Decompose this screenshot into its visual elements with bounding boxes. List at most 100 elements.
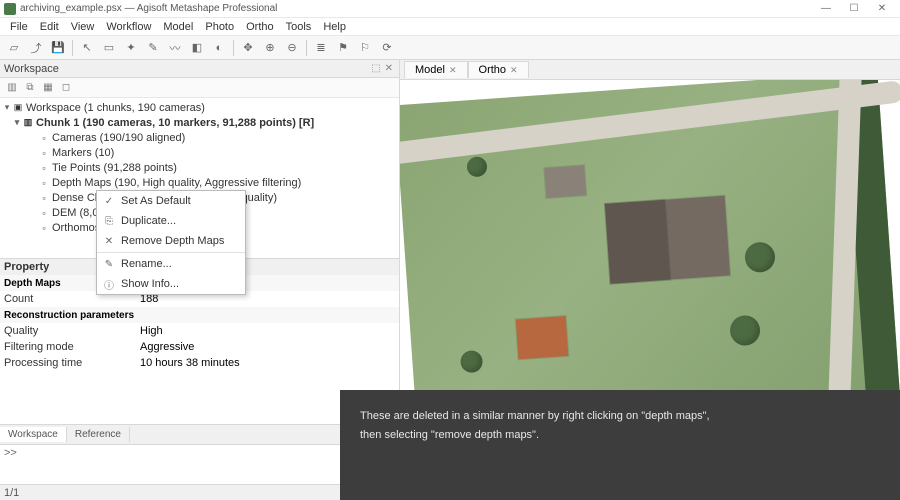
context-label: Remove Depth Maps [121, 235, 224, 247]
property-value: Aggressive [140, 341, 194, 353]
workspace-toolbar: ▥ ⧉ ▦ ◻ [0, 78, 399, 98]
caption-line2: then selecting "remove depth maps". [360, 427, 880, 444]
property-value: High [140, 325, 163, 337]
tutorial-caption: These are deleted in a similar manner by… [340, 390, 900, 500]
context-menu[interactable]: ✓ Set As Default ⎘ Duplicate... ✕ Remove Dept… [96, 190, 246, 295]
workspace-panel-title: Workspace [4, 63, 59, 75]
main-toolbar: ▱⤴💾 ↖▭✦✎〰◧◐ ✥⊕⊖ ≣⚑⚐⟳ [0, 36, 900, 60]
zoom-out-icon[interactable]: ⊖ [282, 38, 302, 58]
flag-icon: ▫ [38, 147, 50, 159]
property-row: QualityHigh [0, 323, 399, 339]
menu-photo[interactable]: Photo [199, 21, 240, 33]
close-icon[interactable]: ✕ [510, 65, 518, 76]
ortho-icon: ▫ [38, 222, 50, 234]
context-icon: ⓘ [103, 277, 115, 292]
tree-item[interactable]: ▫Depth Maps (190, High quality, Aggressi… [0, 175, 399, 190]
eraser-icon[interactable]: ◧ [187, 38, 207, 58]
markers-icon[interactable]: ⚑ [333, 38, 353, 58]
zoom-in-icon[interactable]: ⊕ [260, 38, 280, 58]
align-icon[interactable]: ▦ [40, 80, 56, 96]
menu-model[interactable]: Model [157, 21, 199, 33]
nav-view-icon[interactable]: ✥ [238, 38, 258, 58]
context-icon: ✕ [103, 236, 115, 247]
context-label: Show Info... [121, 278, 179, 290]
menu-view[interactable]: View [65, 21, 101, 33]
menubar: File Edit View Workflow Model Photo Orth… [0, 18, 900, 36]
titlebar: archiving_example.psx — Agisoft Metashap… [0, 0, 900, 18]
app-icon [4, 3, 16, 15]
add-photos-icon[interactable]: ⧉ [22, 80, 38, 96]
context-label: Set As Default [121, 195, 191, 207]
tree-item-label: Depth Maps (190, High quality, Aggressiv… [52, 177, 301, 189]
tree-root[interactable]: ▾ ▣ Workspace (1 chunks, 190 cameras) [0, 100, 399, 115]
refresh-icon[interactable]: ⟳ [377, 38, 397, 58]
window-title: archiving_example.psx — Agisoft Metashap… [20, 3, 812, 14]
tree-root-label: Workspace (1 chunks, 190 cameras) [26, 102, 205, 114]
points-icon: ▫ [38, 162, 50, 174]
dense-icon: ▫ [38, 192, 50, 204]
workspace-icon: ▣ [12, 102, 24, 114]
tree-item-label: Markers (10) [52, 147, 114, 159]
tab-ortho[interactable]: Ortho✕ [468, 61, 529, 78]
property-row: Processing time10 hours 38 minutes [0, 355, 399, 371]
property-key: Filtering mode [0, 341, 140, 353]
wand-icon[interactable]: ✦ [121, 38, 141, 58]
tree-chunk[interactable]: ▾ ▥ Chunk 1 (190 cameras, 10 markers, 91… [0, 115, 399, 130]
rect-select-icon[interactable]: ▭ [99, 38, 119, 58]
property-key: Processing time [0, 357, 140, 369]
tree-item[interactable]: ▫Tie Points (91,288 points) [0, 160, 399, 175]
context-menu-item[interactable]: ✎Rename... [97, 254, 245, 274]
chunk-icon: ▥ [22, 117, 34, 129]
workspace-panel-header: Workspace ⬚ ✕ [0, 60, 399, 78]
context-menu-item[interactable]: ✕ Remove Depth Maps [97, 231, 245, 251]
contrast-icon[interactable]: ◐ [209, 38, 229, 58]
open-icon[interactable]: ⤴ [26, 38, 46, 58]
close-icon[interactable]: ✕ [449, 65, 457, 76]
context-menu-item[interactable]: ⎘ Duplicate... [97, 211, 245, 231]
dem-icon: ▫ [38, 207, 50, 219]
properties-section-recon: Reconstruction parameters [0, 307, 399, 323]
add-chunk-icon[interactable]: ▥ [4, 80, 20, 96]
context-icon: ✎ [103, 259, 115, 270]
property-row: Filtering modeAggressive [0, 339, 399, 355]
context-menu-item[interactable]: ⓘ Show Info... [97, 274, 245, 294]
save-icon[interactable]: 💾 [48, 38, 68, 58]
tree-item-label: Tie Points (91,288 points) [52, 162, 177, 174]
tab-ortho-label: Ortho [479, 64, 507, 76]
minimize-button[interactable]: — [812, 3, 840, 14]
tree-item-label: Cameras (190/190 aligned) [52, 132, 185, 144]
tree-item[interactable]: ▫Markers (10) [0, 145, 399, 160]
tab-reference[interactable]: Reference [67, 427, 130, 442]
maximize-button[interactable]: ☐ [840, 3, 868, 14]
tab-workspace[interactable]: Workspace [0, 427, 67, 442]
pointer-icon[interactable]: ↖ [77, 38, 97, 58]
tab-model[interactable]: Model✕ [404, 61, 468, 78]
menu-file[interactable]: File [4, 21, 34, 33]
viewport-tabs: Model✕ Ortho✕ [400, 60, 900, 80]
close-button[interactable]: ✕ [868, 3, 896, 14]
camera-icon: ▫ [38, 132, 50, 144]
tree-chunk-label: Chunk 1 (190 cameras, 10 markers, 91,288… [36, 117, 314, 129]
menu-tools[interactable]: Tools [280, 21, 318, 33]
context-menu-item[interactable]: ✓ Set As Default [97, 191, 245, 211]
new-doc-icon[interactable]: ▱ [4, 38, 24, 58]
panel-close-icon[interactable]: ✕ [383, 63, 395, 74]
context-icon: ⎘ [103, 216, 115, 227]
status-text: 1/1 [4, 487, 19, 499]
tree-item[interactable]: ▫Cameras (190/190 aligned) [0, 130, 399, 145]
camera-icon[interactable]: ◻ [58, 80, 74, 96]
context-label: Duplicate... [121, 215, 176, 227]
brush-icon[interactable]: 〰 [165, 38, 185, 58]
context-icon: ✓ [103, 196, 115, 207]
flag-icon[interactable]: ⚐ [355, 38, 375, 58]
menu-help[interactable]: Help [317, 21, 352, 33]
panel-float-icon[interactable]: ⬚ [369, 63, 382, 74]
property-value: 10 hours 38 minutes [140, 357, 240, 369]
pencil-icon[interactable]: ✎ [143, 38, 163, 58]
layers-icon[interactable]: ≣ [311, 38, 331, 58]
menu-workflow[interactable]: Workflow [100, 21, 157, 33]
caption-line1: These are deleted in a similar manner by… [360, 408, 880, 425]
menu-ortho[interactable]: Ortho [240, 21, 280, 33]
menu-edit[interactable]: Edit [34, 21, 65, 33]
property-key: Quality [0, 325, 140, 337]
